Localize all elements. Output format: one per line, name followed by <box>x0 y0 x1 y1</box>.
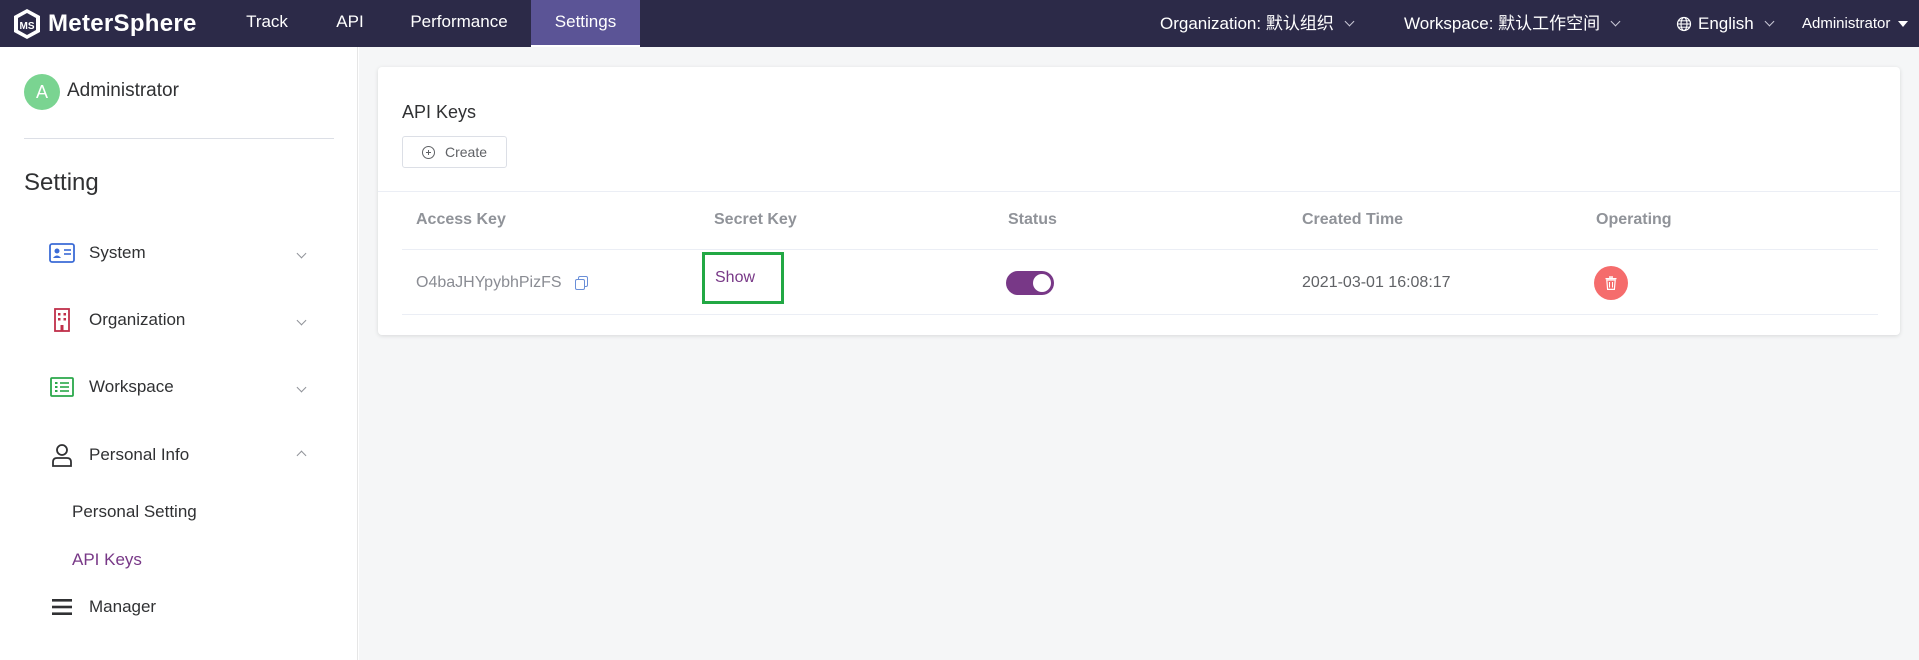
caret-down-icon <box>1898 20 1909 27</box>
chevron-down-icon <box>1344 16 1355 27</box>
nav-settings[interactable]: Settings <box>531 0 640 47</box>
column-header-secret-key: Secret Key <box>714 211 797 228</box>
access-key-value: O4baJHYpybhPizFS <box>416 274 562 291</box>
nav-api[interactable]: API <box>325 0 375 47</box>
status-toggle[interactable] <box>1006 271 1054 295</box>
create-button-label: Create <box>444 144 488 160</box>
api-keys-card: API Keys Create Access Key Secret Key St… <box>378 67 1900 335</box>
sidebar-item-organization[interactable]: Organization <box>0 295 357 345</box>
sidebar-item-system[interactable]: System <box>0 228 357 278</box>
show-secret-key-link[interactable]: Show <box>702 252 784 304</box>
language-label: English <box>1698 14 1754 33</box>
sidebar-user-name: Administrator <box>67 80 179 101</box>
main-content: API Keys Create Access Key Secret Key St… <box>359 47 1919 660</box>
status-cell <box>1006 252 1054 314</box>
menu-icon <box>49 594 75 620</box>
copy-icon[interactable] <box>574 275 590 291</box>
organization-label: Organization: 默认组织 <box>1160 14 1334 33</box>
column-header-access-key: Access Key <box>416 211 506 228</box>
building-icon <box>49 307 75 333</box>
avatar: A <box>24 74 60 110</box>
create-button[interactable]: Create <box>402 136 507 168</box>
toggle-knob <box>1033 274 1051 292</box>
user-menu-label: Administrator <box>1802 15 1891 32</box>
divider <box>378 191 1900 192</box>
sidebar-subitem-api-keys[interactable]: API Keys <box>72 550 142 570</box>
created-time-cell: 2021-03-01 16:08:17 <box>1302 274 1451 291</box>
chevron-down-icon <box>1610 16 1621 27</box>
divider <box>24 138 334 139</box>
workspace-label: Workspace: 默认工作空间 <box>1404 14 1601 33</box>
chevron-down-icon <box>296 382 307 392</box>
logo-text: MeterSphere <box>48 9 197 37</box>
sidebar-item-label: Organization <box>89 310 186 329</box>
nav-track[interactable]: Track <box>232 0 302 47</box>
sidebar-title: Setting <box>24 169 99 196</box>
operating-cell <box>1594 252 1628 314</box>
user-menu[interactable]: Administrator <box>1802 0 1909 47</box>
plus-circle-icon <box>421 145 435 159</box>
chevron-down-icon <box>1764 16 1775 27</box>
logo[interactable]: MS MeterSphere <box>12 7 197 40</box>
metersphere-logo-icon: MS <box>14 8 40 39</box>
delete-button[interactable] <box>1594 266 1628 300</box>
sidebar-item-personal-info[interactable]: Personal Info <box>0 430 357 480</box>
chevron-up-icon <box>296 450 307 460</box>
sidebar: A Administrator Setting System Organizat… <box>0 47 358 660</box>
globe-icon <box>1676 16 1692 31</box>
sidebar-item-label: Personal Info <box>89 445 190 464</box>
sidebar-item-workspace[interactable]: Workspace <box>0 362 357 412</box>
chevron-down-icon <box>296 248 307 258</box>
row-divider <box>402 314 1878 315</box>
column-header-status: Status <box>1008 211 1057 228</box>
access-key-cell: O4baJHYpybhPizFS <box>416 252 590 314</box>
page-title: API Keys <box>402 102 477 122</box>
column-header-operating: Operating <box>1596 211 1672 228</box>
nav-performance[interactable]: Performance <box>400 0 518 47</box>
language-switcher[interactable]: English <box>1676 0 1775 47</box>
organization-switcher[interactable]: Organization: 默认组织 <box>1160 0 1355 47</box>
header-divider <box>402 249 1878 250</box>
id-card-icon <box>49 240 75 266</box>
sidebar-item-label: System <box>89 243 146 262</box>
sidebar-item-label: Manager <box>89 597 157 616</box>
list-icon <box>49 374 75 400</box>
chevron-down-icon <box>296 315 307 325</box>
trash-icon <box>1605 276 1617 290</box>
svg-text:MS: MS <box>20 21 35 32</box>
user-icon <box>49 442 75 468</box>
workspace-switcher[interactable]: Workspace: 默认工作空间 <box>1404 0 1621 47</box>
sidebar-item-manager[interactable]: Manager <box>0 582 357 632</box>
sidebar-subitem-personal-setting[interactable]: Personal Setting <box>72 502 197 522</box>
sidebar-item-label: Workspace <box>89 377 174 396</box>
top-navbar: MS MeterSphere Track API Performance Set… <box>0 0 1919 47</box>
column-header-created-time: Created Time <box>1302 211 1404 228</box>
